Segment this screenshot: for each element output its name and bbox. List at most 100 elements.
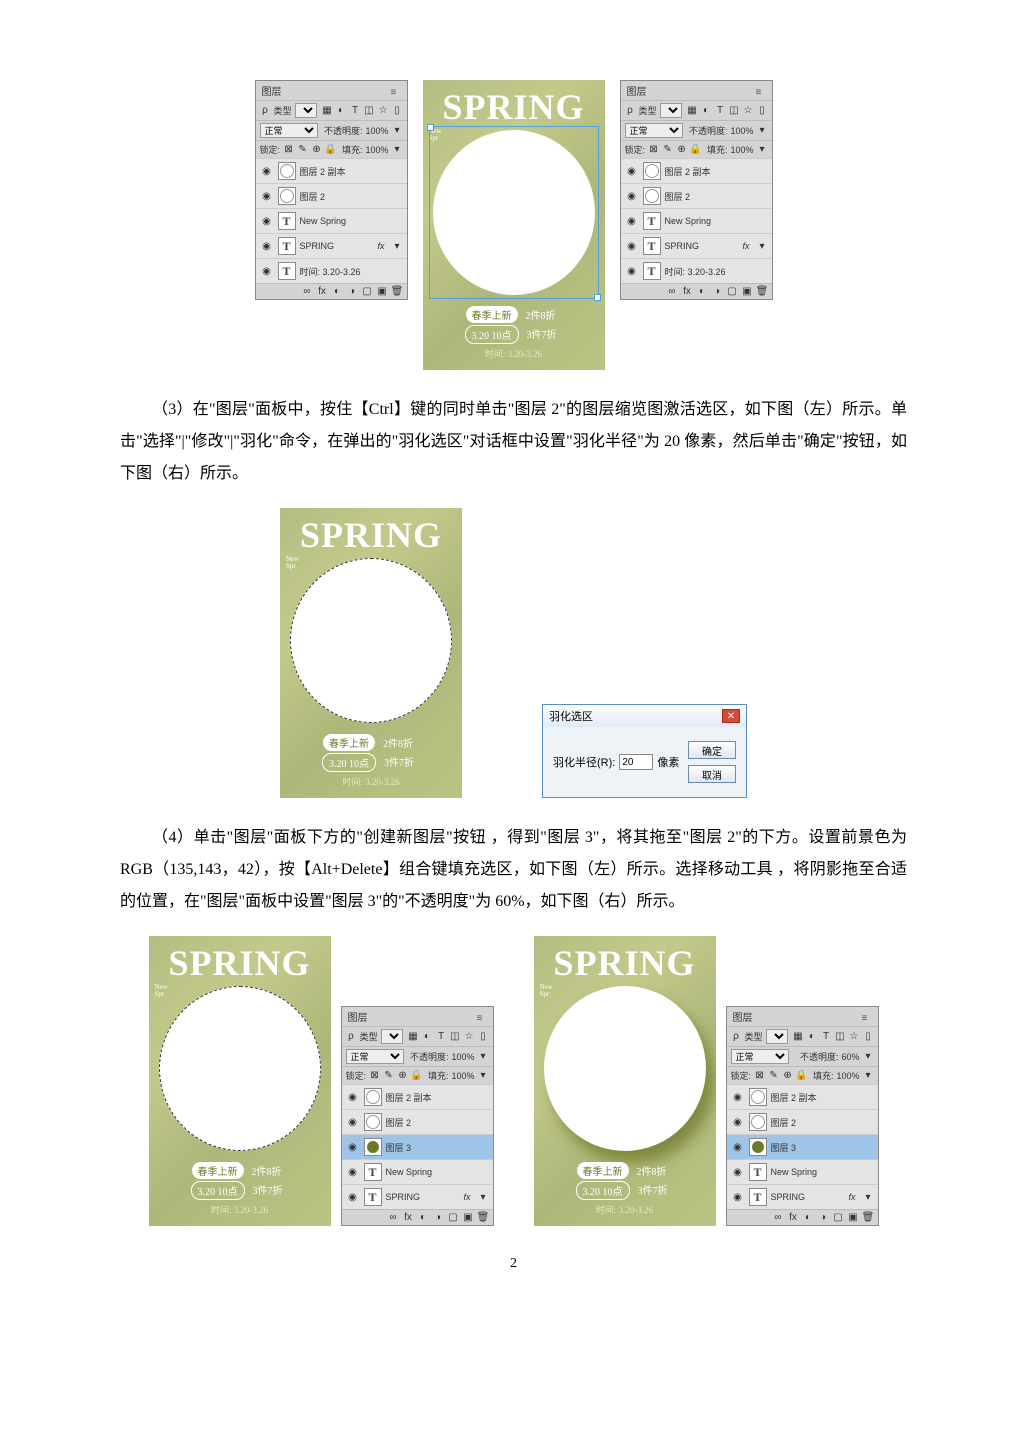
layers-panel-3[interactable]: 图层 ρ类型▦◐T◫☆▯ 正常不透明度:100%▾ 锁定:⊠✎⊕🔒填充:100%…	[341, 1006, 494, 1226]
lock-position-icon[interactable]: ⊕	[782, 1070, 793, 1081]
fill-value[interactable]: 100%	[836, 1071, 859, 1081]
visibility-icon[interactable]: ◉	[625, 214, 639, 228]
adjustment-icon[interactable]: ◑	[433, 1212, 444, 1223]
lock-transparent-icon[interactable]: ⊠	[283, 144, 294, 155]
layer-row[interactable]: ◉图层 2	[621, 183, 772, 208]
text-layer-icon[interactable]: T	[278, 262, 296, 280]
visibility-icon[interactable]: ◉	[731, 1190, 745, 1204]
layer-row[interactable]: ◉TSPRINGfx▾	[256, 233, 407, 258]
text-layer-icon[interactable]: T	[749, 1163, 767, 1181]
chevron-down-icon[interactable]: ▾	[863, 1192, 874, 1203]
shape-filter-icon[interactable]: ◫	[364, 105, 375, 116]
layer-row[interactable]: ◉TNew Spring	[621, 208, 772, 233]
fx-badge[interactable]: fx	[742, 241, 752, 251]
blend-mode-select[interactable]: 正常	[346, 1049, 404, 1064]
pixel-filter-icon[interactable]: ▦	[408, 1031, 419, 1042]
lock-paint-icon[interactable]: ✎	[383, 1070, 394, 1081]
lock-all-icon[interactable]: 🔒	[411, 1070, 422, 1081]
mask-icon[interactable]: ◐	[418, 1212, 429, 1223]
new-layer-icon[interactable]: ▣	[377, 286, 388, 297]
new-layer-icon[interactable]: ▣	[742, 286, 753, 297]
chevron-down-icon[interactable]: ▾	[757, 144, 768, 155]
visibility-icon[interactable]: ◉	[260, 214, 274, 228]
mask-icon[interactable]: ◐	[332, 286, 343, 297]
fill-value[interactable]: 100%	[451, 1071, 474, 1081]
layer-row[interactable]: ◉图层 2 副本	[256, 158, 407, 183]
filter-toggle-icon[interactable]: ▯	[757, 105, 768, 116]
chevron-down-icon[interactable]: ▾	[392, 144, 403, 155]
visibility-icon[interactable]: ◉	[731, 1115, 745, 1129]
chevron-down-icon[interactable]: ▾	[863, 1051, 874, 1062]
transform-handles[interactable]	[429, 126, 599, 299]
visibility-icon[interactable]: ◉	[625, 189, 639, 203]
type-filter-icon[interactable]: T	[715, 105, 726, 116]
blend-mode-select[interactable]: 正常	[731, 1049, 789, 1064]
opacity-value[interactable]: 60%	[841, 1052, 859, 1062]
layer-row[interactable]: ◉TSPRINGfx▾	[621, 233, 772, 258]
lock-paint-icon[interactable]: ✎	[662, 144, 673, 155]
lock-position-icon[interactable]: ⊕	[397, 1070, 408, 1081]
chevron-down-icon[interactable]: ▾	[392, 125, 403, 136]
filter-toggle-icon[interactable]: ▯	[863, 1031, 874, 1042]
radius-input[interactable]	[619, 754, 653, 770]
mask-icon[interactable]: ◐	[697, 286, 708, 297]
layer-list[interactable]: ◉图层 2 副本 ◉图层 2 ◉TNew Spring ◉TSPRINGfx▾ …	[256, 158, 407, 283]
visibility-icon[interactable]: ◉	[625, 239, 639, 253]
chevron-down-icon[interactable]: ▾	[757, 241, 768, 252]
visibility-icon[interactable]: ◉	[260, 164, 274, 178]
text-layer-icon[interactable]: T	[643, 212, 661, 230]
lock-transparent-icon[interactable]: ⊠	[754, 1070, 765, 1081]
ok-button[interactable]: 确定	[688, 741, 736, 759]
layer-thumb-icon[interactable]	[643, 187, 661, 205]
chevron-down-icon[interactable]: ▾	[392, 241, 403, 252]
filter-toggle-icon[interactable]: ▯	[478, 1031, 489, 1042]
layer-row[interactable]: ◉图层 2 副本	[727, 1084, 878, 1109]
adjust-filter-icon[interactable]: ◐	[701, 105, 712, 116]
text-layer-icon[interactable]: T	[364, 1188, 382, 1206]
mask-icon[interactable]: ◐	[803, 1212, 814, 1223]
folder-icon[interactable]: ▢	[362, 286, 373, 297]
close-icon[interactable]: ✕	[722, 709, 740, 723]
visibility-icon[interactable]: ◉	[260, 264, 274, 278]
adjust-filter-icon[interactable]: ◐	[807, 1031, 818, 1042]
layer-row[interactable]: ◉图层 2 副本	[621, 158, 772, 183]
chevron-down-icon[interactable]: ▾	[757, 125, 768, 136]
layers-panel-2[interactable]: 图层 ρ类型▦◐T◫☆▯ 正常不透明度:100%▾ 锁定:⊠✎⊕🔒填充:100%…	[620, 80, 773, 300]
folder-icon[interactable]: ▢	[448, 1212, 459, 1223]
fx-badge[interactable]: fx	[463, 1192, 473, 1202]
type-select[interactable]	[660, 103, 682, 118]
dialog-titlebar[interactable]: 羽化选区 ✕	[543, 705, 746, 727]
layer-thumb-icon[interactable]	[278, 187, 296, 205]
smart-filter-icon[interactable]: ☆	[743, 105, 754, 116]
lock-all-icon[interactable]: 🔒	[690, 144, 701, 155]
pixel-filter-icon[interactable]: ▦	[793, 1031, 804, 1042]
trash-icon[interactable]: 🗑	[757, 286, 768, 297]
link-layers-icon[interactable]: ∞	[388, 1212, 399, 1223]
visibility-icon[interactable]: ◉	[346, 1140, 360, 1154]
type-filter-icon[interactable]: T	[821, 1031, 832, 1042]
text-layer-icon[interactable]: T	[643, 262, 661, 280]
link-layers-icon[interactable]: ∞	[667, 286, 678, 297]
text-layer-icon[interactable]: T	[278, 212, 296, 230]
lock-position-icon[interactable]: ⊕	[676, 144, 687, 155]
text-layer-icon[interactable]: T	[749, 1188, 767, 1206]
layer-row[interactable]: ◉T时间: 3.20-3.26	[621, 258, 772, 283]
layer-row[interactable]: ◉图层 2 副本	[342, 1084, 493, 1109]
opacity-value[interactable]: 100%	[365, 126, 388, 136]
trash-icon[interactable]: 🗑	[863, 1212, 874, 1223]
visibility-icon[interactable]: ◉	[731, 1140, 745, 1154]
text-layer-icon[interactable]: T	[278, 237, 296, 255]
link-layers-icon[interactable]: ∞	[773, 1212, 784, 1223]
panel-menu-icon[interactable]	[862, 1013, 872, 1021]
layer-thumb-icon[interactable]	[643, 162, 661, 180]
filter-toggle-icon[interactable]: ▯	[392, 105, 403, 116]
opacity-value[interactable]: 100%	[451, 1052, 474, 1062]
lock-transparent-icon[interactable]: ⊠	[369, 1070, 380, 1081]
fill-value[interactable]: 100%	[365, 145, 388, 155]
lock-position-icon[interactable]: ⊕	[311, 144, 322, 155]
layer-row[interactable]: ◉T时间: 3.20-3.26	[256, 258, 407, 283]
visibility-icon[interactable]: ◉	[260, 239, 274, 253]
panel-menu-icon[interactable]	[756, 87, 766, 95]
fx-icon[interactable]: fx	[788, 1212, 799, 1223]
lock-all-icon[interactable]: 🔒	[325, 144, 336, 155]
